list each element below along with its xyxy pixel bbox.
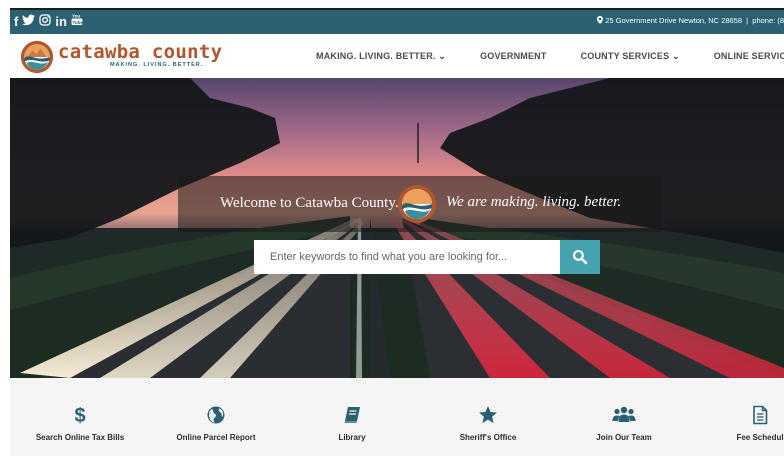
quick-link-fee-schedule[interactable]: Fee Schedul: [690, 378, 784, 456]
quick-link-join-our-team[interactable]: Join Our Team: [554, 378, 694, 456]
quick-link-label: Search Online Tax Bills: [35, 433, 125, 442]
facebook-icon[interactable]: f: [14, 13, 18, 31]
svg-text:Tube: Tube: [72, 20, 83, 25]
county-logo-icon[interactable]: [20, 40, 54, 74]
quick-link-label: Fee Schedul: [736, 433, 784, 442]
contact-separator: |: [746, 16, 749, 25]
chevron-down-icon: ⌄: [438, 51, 447, 61]
welcome-panel: Welcome to Catawba County. We are making…: [178, 176, 662, 232]
social-links: f in You Tube: [14, 13, 83, 31]
quick-link-tax-bills[interactable]: $ Search Online Tax Bills: [10, 378, 150, 456]
nav-item-online-services[interactable]: ONLINE SERVICES ⌄: [714, 51, 784, 62]
brand-name[interactable]: catawba county: [58, 41, 222, 63]
nav-item-label: MAKING. LIVING. BETTER.: [316, 51, 436, 61]
quick-link-parcel-report[interactable]: Online Parcel Report: [146, 378, 286, 456]
screenshot-border: [0, 456, 784, 462]
users-icon: [612, 406, 636, 422]
phone-link[interactable]: phone: (8: [752, 16, 784, 25]
welcome-heading: Welcome to Catawba County.: [220, 195, 399, 211]
quick-link-label: Sheriff's Office: [459, 433, 517, 442]
svg-text:You: You: [72, 14, 80, 19]
chevron-down-icon: ⌄: [671, 51, 680, 61]
contact-info: 25 Government Drive Newton, NC 28658 | p…: [597, 16, 784, 25]
document-icon: [753, 405, 768, 425]
quick-link-label: Join Our Team: [596, 433, 652, 442]
nav-item-government[interactable]: GOVERNMENT: [480, 51, 547, 62]
quick-link-sheriffs-office[interactable]: Sheriff's Office: [418, 378, 558, 456]
nav-item-label: GOVERNMENT: [480, 51, 547, 61]
quick-links: $ Search Online Tax Bills Online Parcel …: [10, 378, 784, 456]
search-input[interactable]: [254, 240, 560, 274]
address-text: 25 Government Drive Newton, NC 28658: [605, 16, 742, 25]
linkedin-icon[interactable]: in: [55, 13, 67, 31]
quick-link-library[interactable]: Library: [282, 378, 422, 456]
nav-item-county-services[interactable]: COUNTY SERVICES ⌄: [581, 51, 680, 62]
search-button[interactable]: [560, 240, 600, 274]
nav-menu: MAKING. LIVING. BETTER. ⌄ GOVERNMENT COU…: [316, 51, 784, 62]
top-bar: f in You Tube 25 Government Drive Newton,…: [10, 8, 784, 34]
youtube-icon[interactable]: You Tube: [71, 13, 83, 31]
main-nav: catawba county MAKING. LIVING. BETTER. M…: [10, 34, 784, 78]
book-icon: [344, 407, 360, 423]
dollar-icon: $: [74, 405, 85, 425]
welcome-tagline: We are making. living. better.: [446, 194, 622, 210]
screenshot-border: [0, 0, 784, 8]
star-icon: [479, 406, 497, 423]
quick-link-label: Online Parcel Report: [176, 433, 256, 442]
nav-item-making-living-better[interactable]: MAKING. LIVING. BETTER. ⌄: [316, 51, 446, 62]
hero-banner: Welcome to Catawba County. We are making…: [10, 78, 784, 378]
county-seal-icon: [398, 185, 436, 223]
page: f in You Tube 25 Government Drive Newton,…: [0, 0, 784, 462]
twitter-icon[interactable]: [22, 13, 36, 31]
nav-item-label: COUNTY SERVICES: [580, 51, 670, 61]
quick-link-label: Library: [338, 433, 366, 442]
globe-icon: [207, 406, 225, 424]
svg-text:$: $: [74, 405, 85, 425]
instagram-icon[interactable]: [39, 13, 51, 31]
screenshot-border: [0, 0, 10, 462]
search-icon: [572, 249, 588, 265]
nav-item-label: ONLINE SERVICES: [713, 51, 784, 61]
brand-tagline: MAKING. LIVING. BETTER.: [110, 62, 204, 68]
